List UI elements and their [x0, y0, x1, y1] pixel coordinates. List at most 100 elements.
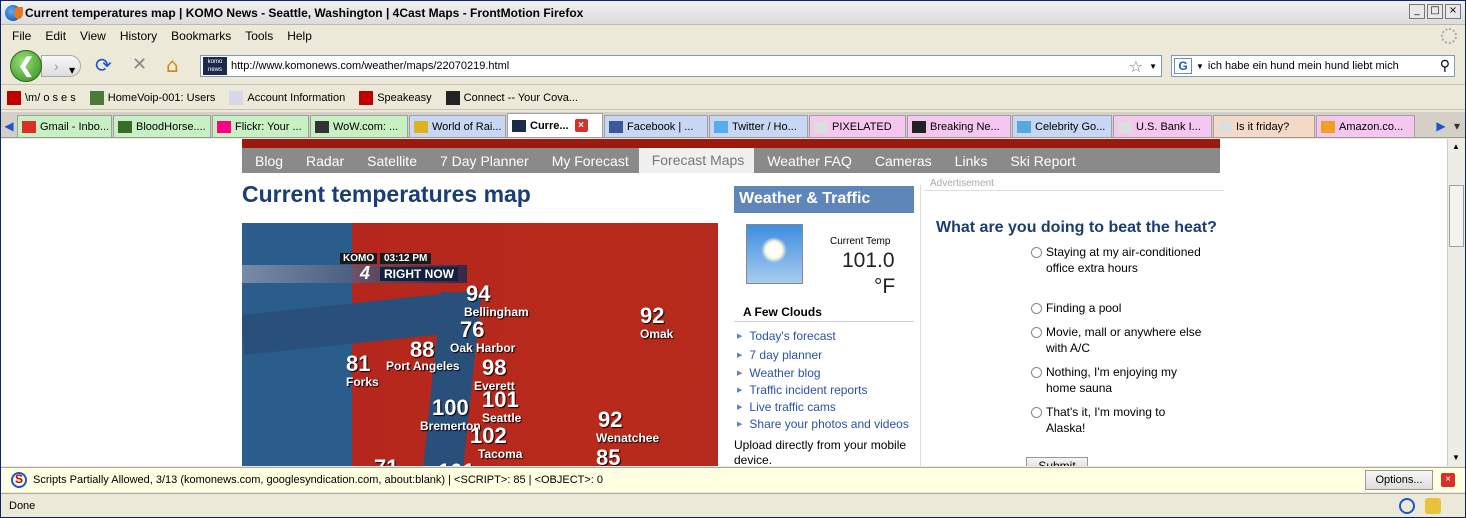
tab[interactable]: Facebook | ... — [604, 115, 708, 137]
subnav-item[interactable]: 7 Day Planner — [427, 153, 539, 169]
tab[interactable]: Amazon.co... — [1316, 115, 1415, 137]
stop-icon[interactable]: ✕ — [132, 56, 147, 74]
bookmark-item[interactable]: Speakeasy — [359, 90, 432, 105]
tab[interactable]: Is it friday? — [1213, 115, 1315, 137]
subnav-item[interactable]: Forecast Maps — [638, 148, 755, 173]
bookmark-item[interactable]: HomeVoip-001: Users — [89, 90, 215, 105]
tab[interactable]: Breaking Ne... — [907, 115, 1011, 137]
home-icon[interactable]: ⌂ — [166, 55, 179, 75]
weather-link[interactable]: Traffic incident reports — [737, 383, 867, 397]
noscript-close-button[interactable]: × — [1441, 473, 1455, 487]
poll-radio[interactable] — [1031, 327, 1042, 338]
map-city-label: Wenatchee — [596, 431, 660, 445]
bookmark-favicon-icon — [359, 90, 374, 105]
poll-option[interactable]: That's it, I'm moving to Alaska! — [1031, 404, 1206, 436]
menu-file[interactable]: File — [5, 29, 38, 43]
addon-status-icon[interactable] — [1425, 498, 1441, 514]
subnav-item[interactable]: Weather FAQ — [754, 153, 862, 169]
bookmark-item[interactable]: Connect -- Your Cova... — [445, 90, 578, 105]
history-dropdown-icon[interactable]: ▼ — [69, 62, 75, 80]
tab[interactable]: Twitter / Ho... — [709, 115, 808, 137]
weather-link[interactable]: 7 day planner — [737, 348, 822, 362]
bookmark-item[interactable]: \m/ o s e s — [7, 90, 76, 105]
menu-history[interactable]: History — [113, 29, 164, 43]
tab[interactable]: PIXELATED — [809, 115, 906, 137]
menu-bar: File Edit View History Bookmarks Tools H… — [1, 25, 1465, 47]
subnav-item[interactable]: Cameras — [862, 153, 942, 169]
current-temp-value: 101.0 — [842, 249, 895, 272]
poll-radio[interactable] — [1031, 367, 1042, 378]
poll-option[interactable]: Staying at my air-conditioned office ext… — [1031, 244, 1206, 276]
subnav-item[interactable]: Blog — [242, 153, 293, 169]
engine-dropdown-icon[interactable]: ▼ — [1196, 62, 1204, 71]
url-dropdown-icon[interactable]: ▼ — [1149, 62, 1157, 71]
subnav-item[interactable]: My Forecast — [539, 153, 639, 169]
poll-option[interactable]: Nothing, I'm enjoying my home sauna — [1031, 364, 1206, 396]
tab[interactable]: U.S. Bank I... — [1113, 115, 1212, 137]
tab-close-icon[interactable]: × — [574, 119, 588, 132]
poll-submit-button[interactable]: Submit — [1026, 457, 1088, 466]
noscript-notification-bar: Scripts Partially Allowed, 3/13 (komonew… — [1, 467, 1465, 492]
menu-edit[interactable]: Edit — [38, 29, 73, 43]
bookmark-label: Account Information — [247, 91, 346, 104]
weather-link[interactable]: Weather blog — [737, 366, 820, 380]
menu-tools[interactable]: Tools — [238, 29, 280, 43]
tab-scroll-right-icon[interactable]: ▶ — [1433, 115, 1449, 137]
menu-bookmarks[interactable]: Bookmarks — [164, 29, 238, 43]
tab-list-icon[interactable]: ▾ — [1449, 115, 1465, 137]
noscript-status-icon[interactable] — [1399, 498, 1415, 514]
reload-icon[interactable]: ⟳ — [95, 55, 112, 75]
weather-link[interactable]: Live traffic cams — [737, 400, 835, 414]
menu-view[interactable]: View — [73, 29, 113, 43]
vertical-scrollbar[interactable]: ▲ ▼ — [1447, 139, 1465, 466]
google-engine-icon[interactable]: G — [1174, 58, 1192, 74]
back-button[interactable]: ❮ — [10, 50, 42, 82]
noscript-options-button[interactable]: Options... — [1365, 470, 1433, 490]
tab-favicon-icon — [1118, 120, 1132, 133]
bookmark-item[interactable]: Account Information — [229, 90, 346, 105]
url-text[interactable]: http://www.komonews.com/weather/maps/220… — [231, 60, 1129, 72]
tab-label: Breaking Ne... — [930, 120, 1000, 133]
poll-radio[interactable] — [1031, 303, 1042, 314]
search-icon[interactable]: ⚲ — [1440, 58, 1450, 74]
map-city-label: Tacoma — [478, 447, 523, 461]
search-bar[interactable]: G ▼ ich habe ein hund mein hund liebt mi… — [1171, 55, 1455, 77]
tab-scroll-left-icon[interactable]: ◀ — [1, 115, 17, 137]
map-temperature: 98 — [482, 355, 507, 380]
poll-radio[interactable] — [1031, 407, 1042, 418]
search-input[interactable]: ich habe ein hund mein hund liebt mich — [1208, 60, 1440, 72]
minimize-button[interactable]: _ — [1409, 4, 1425, 19]
tab[interactable]: World of Rai... — [409, 115, 506, 137]
bookmark-label: Connect -- Your Cova... — [463, 91, 578, 104]
poll-option[interactable]: Finding a pool — [1031, 300, 1206, 316]
tab[interactable]: Gmail - Inbo... — [17, 115, 112, 137]
map-city-label: Port Angeles — [386, 359, 460, 373]
tab[interactable]: BloodHorse.... — [113, 115, 211, 137]
upload-text: Upload directly from your mobile device. — [734, 438, 907, 466]
maximize-button[interactable]: □ — [1427, 4, 1443, 19]
scroll-down-button[interactable]: ▼ — [1448, 450, 1464, 466]
weather-link[interactable]: Today's forecast — [737, 329, 835, 343]
tab[interactable]: Celebrity Go... — [1012, 115, 1112, 137]
subnav-item[interactable]: Ski Report — [997, 153, 1085, 169]
map-city-label: Omak — [640, 327, 674, 341]
subnav-item[interactable]: Radar — [293, 153, 354, 169]
poll-radio[interactable] — [1031, 247, 1042, 258]
subnav-item[interactable]: Satellite — [354, 153, 427, 169]
temperature-map[interactable]: KOMO 03:12 PM 4 RIGHT NOW 94 Bellingham 92… — [242, 223, 718, 466]
subnav-item[interactable]: Links — [942, 153, 998, 169]
right-now-label: RIGHT NOW — [380, 267, 458, 281]
bookmark-star-icon[interactable]: ☆ — [1129, 57, 1143, 76]
bookmarks-toolbar: \m/ o s e s HomeVoip-001: Users Account In… — [1, 86, 1465, 110]
scroll-up-button[interactable]: ▲ — [1448, 139, 1464, 155]
menu-help[interactable]: Help — [280, 29, 319, 43]
tab[interactable]: WoW.com: ... — [310, 115, 408, 137]
poll-option[interactable]: Movie, mall or anywhere else with A/C — [1031, 324, 1206, 356]
weather-link[interactable]: Share your photos and videos — [737, 417, 908, 431]
scroll-thumb[interactable] — [1449, 185, 1464, 247]
close-button[interactable]: × — [1445, 4, 1461, 19]
tab-favicon-icon — [1321, 120, 1335, 133]
tab[interactable]: Flickr: Your ... — [212, 115, 309, 137]
url-bar[interactable]: komo news http://www.komonews.com/weathe… — [200, 55, 1162, 77]
tab-active[interactable]: Curre... × — [507, 113, 603, 137]
